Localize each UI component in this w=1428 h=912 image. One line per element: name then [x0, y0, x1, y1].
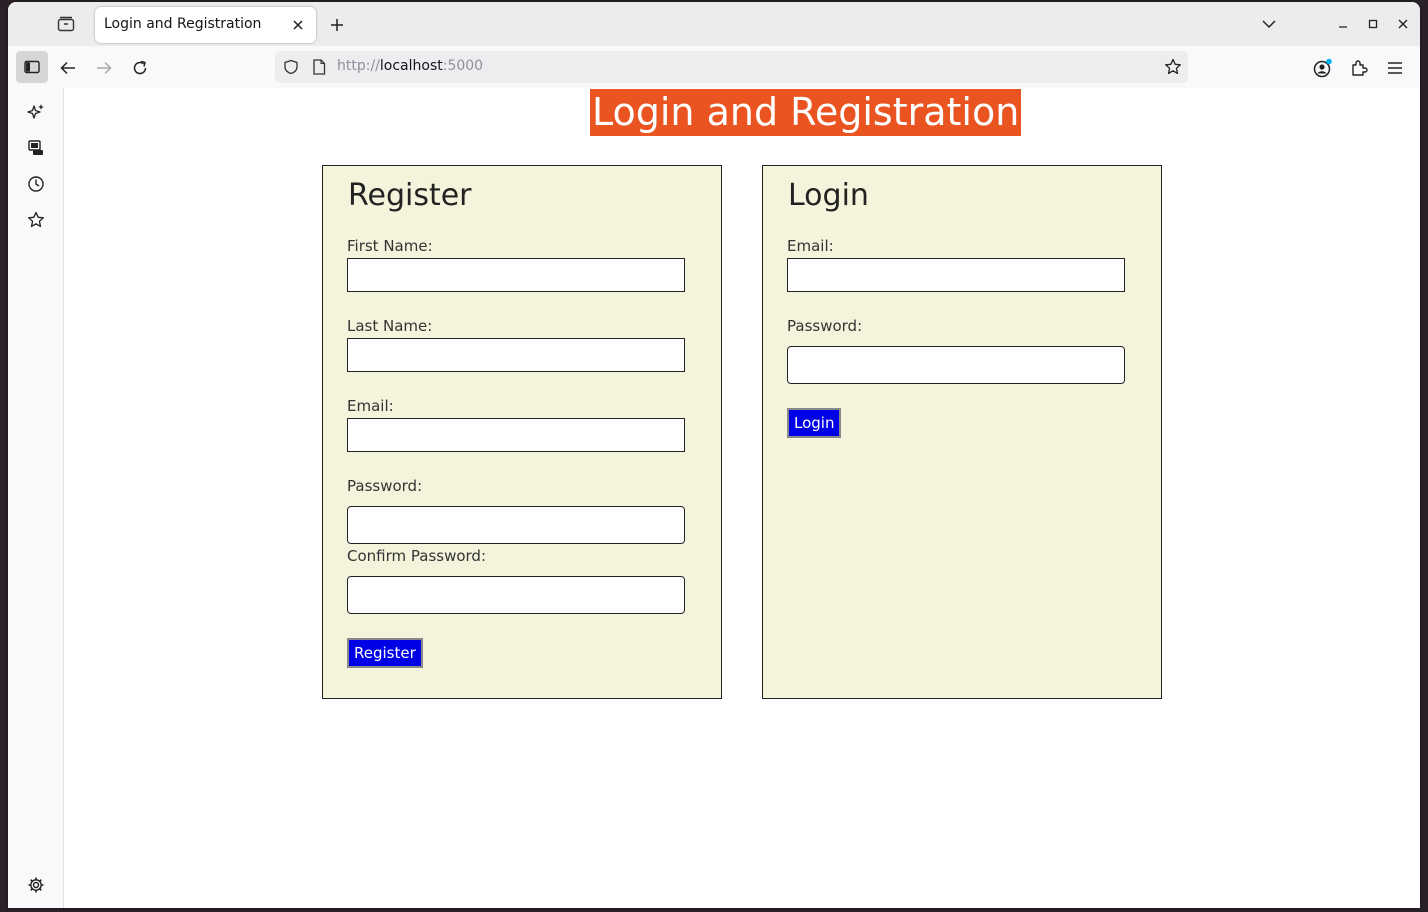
new-tab-button[interactable]: [326, 14, 348, 36]
register-email-label: Email:: [347, 397, 394, 415]
puzzle-icon: [1352, 60, 1368, 76]
tab-close-button[interactable]: [288, 15, 308, 35]
firefox-view-button[interactable]: [52, 12, 80, 36]
maximize-icon: [1368, 19, 1378, 29]
firefox-view-icon: [57, 16, 75, 32]
synced-tabs-icon: [28, 140, 43, 155]
history-button[interactable]: [24, 172, 48, 196]
ai-chatbot-button[interactable]: [24, 100, 48, 124]
url-host: localhost: [379, 58, 443, 74]
sidebar-toggle-button[interactable]: [16, 51, 48, 83]
login-email-input[interactable]: [787, 258, 1125, 292]
reload-button[interactable]: [126, 54, 154, 82]
minimize-button[interactable]: [1330, 12, 1356, 36]
login-heading: Login: [788, 178, 869, 213]
login-password-label: Password:: [787, 317, 863, 335]
chevron-down-icon: [1262, 20, 1276, 29]
plus-icon: [331, 19, 343, 31]
bookmarks-button[interactable]: [24, 208, 48, 232]
hamburger-menu-icon: [1388, 62, 1402, 74]
tab-title: Login and Registration: [104, 16, 262, 32]
synced-tabs-button[interactable]: [24, 136, 48, 160]
close-icon: [293, 20, 303, 30]
sparkle-icon: [27, 104, 44, 119]
account-button[interactable]: [1309, 54, 1337, 82]
account-icon: [1313, 58, 1332, 78]
gear-icon: [28, 877, 44, 893]
last-name-input[interactable]: [347, 338, 685, 372]
window-close-button[interactable]: [1390, 12, 1416, 36]
reload-icon: [133, 60, 147, 75]
menu-button[interactable]: [1381, 54, 1409, 82]
register-heading: Register: [348, 178, 472, 213]
page-icon[interactable]: [312, 59, 326, 75]
browser-window: Login and Registration http://localhost:…: [8, 2, 1420, 908]
confirm-password-input[interactable]: [347, 576, 685, 614]
url-port: :5000: [442, 58, 484, 74]
extensions-button[interactable]: [1345, 54, 1373, 82]
page-title: Login and Registration: [590, 89, 1022, 136]
active-tab[interactable]: Login and Registration: [95, 7, 316, 43]
forward-button[interactable]: [90, 54, 118, 82]
register-password-input[interactable]: [347, 506, 685, 544]
login-button[interactable]: Login: [787, 408, 842, 438]
maximize-button[interactable]: [1360, 12, 1386, 36]
login-panel: Login Email: Password: Login: [762, 165, 1162, 699]
url-scheme: http://: [337, 58, 380, 74]
bookmark-star-icon[interactable]: [1164, 58, 1182, 76]
url-text[interactable]: http://localhost:5000: [337, 58, 483, 74]
sidebar: [8, 88, 64, 908]
window-close-icon: [1398, 19, 1408, 29]
first-name-input[interactable]: [347, 258, 685, 292]
register-email-input[interactable]: [347, 418, 685, 452]
register-button[interactable]: Register: [347, 638, 423, 668]
url-bar[interactable]: http://localhost:5000: [275, 51, 1188, 83]
last-name-label: Last Name:: [347, 317, 433, 335]
register-panel: Register First Name: Last Name: Email: P…: [322, 165, 722, 699]
page-content: Login and Registration Register First Na…: [64, 88, 1420, 908]
arrow-right-icon: [97, 61, 112, 75]
shield-icon[interactable]: [283, 59, 299, 75]
minimize-icon: [1339, 26, 1347, 28]
login-email-label: Email:: [787, 237, 834, 255]
sidebar-icon: [24, 60, 40, 74]
back-button[interactable]: [54, 54, 82, 82]
login-password-input[interactable]: [787, 346, 1125, 384]
tab-bar: Login and Registration: [8, 2, 1420, 46]
list-all-tabs-button[interactable]: [1256, 12, 1282, 36]
customize-sidebar-button[interactable]: [24, 873, 48, 897]
clock-icon: [28, 176, 44, 192]
register-password-label: Password:: [347, 477, 423, 495]
confirm-password-label: Confirm Password:: [347, 547, 487, 565]
star-icon: [28, 211, 44, 228]
arrow-left-icon: [60, 61, 75, 75]
first-name-label: First Name:: [347, 237, 433, 255]
navigation-toolbar: http://localhost:5000: [8, 46, 1420, 89]
